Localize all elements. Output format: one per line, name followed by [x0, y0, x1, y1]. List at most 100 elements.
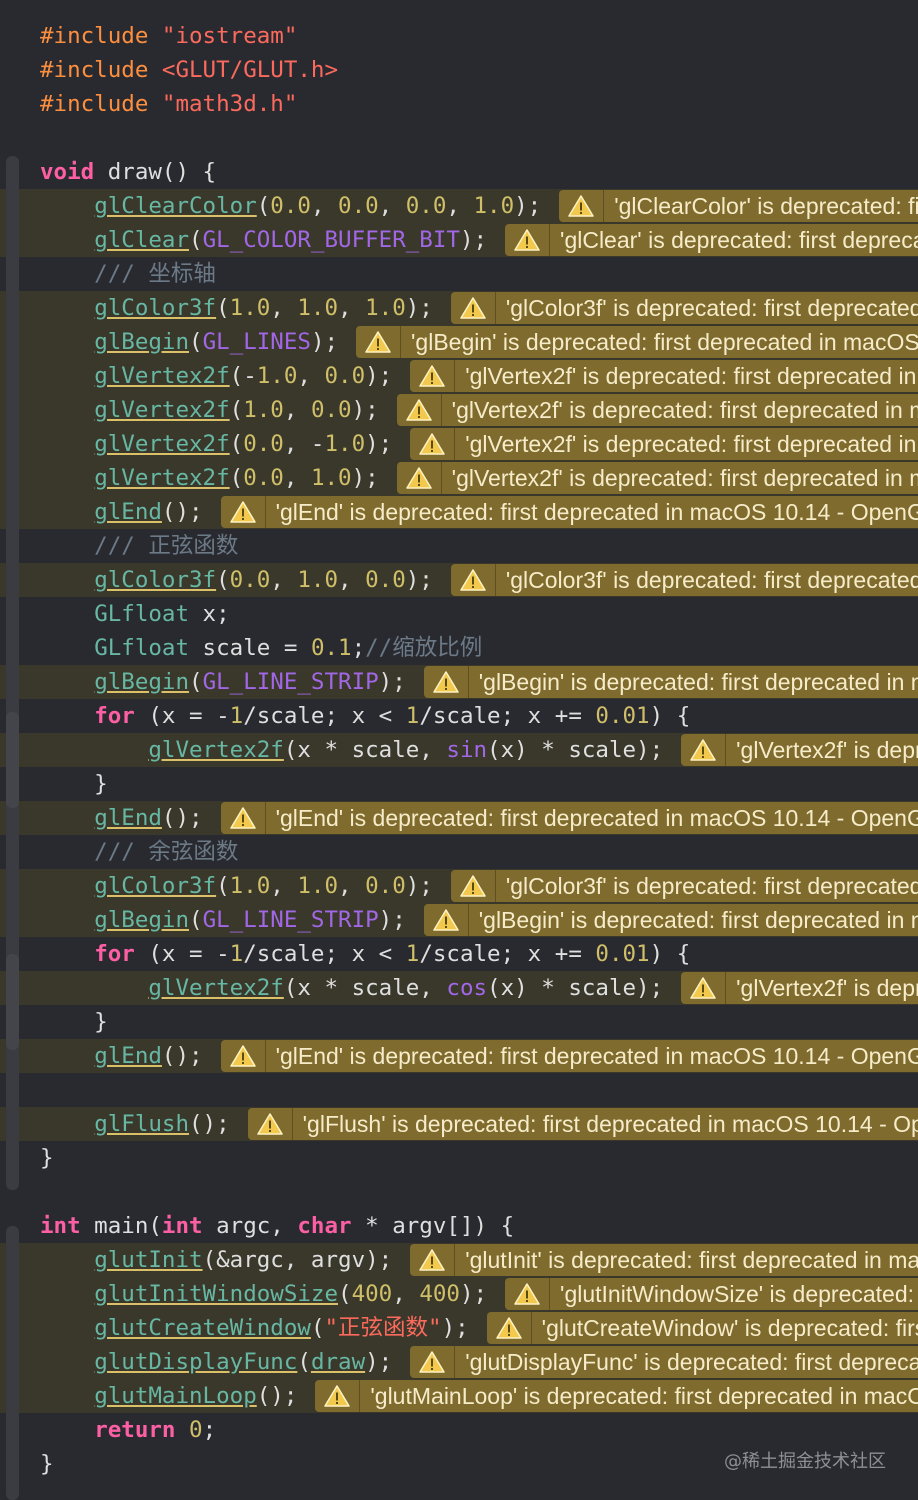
deprecation-warning[interactable]: 'glFlush' is deprecated: first deprecate…	[247, 1108, 918, 1140]
code-line[interactable]: for (x = -1/scale; x < 1/scale; x += 0.0…	[0, 699, 918, 733]
code-token: );	[405, 295, 433, 321]
code-token: );	[405, 873, 433, 899]
code-text: return 0;	[40, 1413, 216, 1447]
code-line[interactable]: glColor3f(0.0, 1.0, 0.0); 'glColor3f' is …	[0, 563, 918, 597]
code-line[interactable]: glBegin(GL_LINES); 'glBegin' is deprecate…	[0, 325, 918, 359]
code-token: ();	[161, 499, 203, 525]
code-token: (x) * scale);	[487, 975, 664, 1001]
deprecation-warning[interactable]: 'glClear' is deprecated: first deprecate…	[505, 224, 918, 256]
fold-ribbon-main[interactable]	[6, 1226, 19, 1500]
code-line[interactable]: void draw() {	[0, 155, 918, 189]
fold-ribbon-for-sin[interactable]	[6, 712, 19, 808]
code-line[interactable]	[0, 121, 918, 155]
code-line[interactable]: glClear(GL_COLOR_BUFFER_BIT); 'glClear' i…	[0, 223, 918, 257]
code-line[interactable]: /// 坐标轴	[0, 257, 918, 291]
code-line[interactable]: for (x = -1/scale; x < 1/scale; x += 0.0…	[0, 937, 918, 971]
deprecation-warning[interactable]: 'glEnd' is deprecated: first deprecated …	[220, 1040, 918, 1072]
deprecation-warning[interactable]: 'glVertex2f' is deprecated: first deprec…	[410, 360, 918, 392]
code-line[interactable]: #include <GLUT/GLUT.h>	[0, 53, 918, 87]
code-token: int	[40, 1213, 81, 1239]
code-line[interactable]: GLfloat scale = 0.1;//缩放比例	[0, 631, 918, 665]
warning-message: 'glFlush' is deprecated: first deprecate…	[302, 1111, 918, 1137]
code-line[interactable]: /// 正弦函数	[0, 529, 918, 563]
code-token: glBegin	[94, 669, 190, 695]
deprecation-warning[interactable]: 'glColor3f' is deprecated: first depreca…	[450, 870, 918, 902]
code-token: glutMainLoop	[94, 1383, 257, 1409]
code-line[interactable]: glutDisplayFunc(draw); 'glutDisplayFunc' …	[0, 1345, 918, 1379]
code-line[interactable]: glVertex2f(1.0, 0.0); 'glVertex2f' is dep…	[0, 393, 918, 427]
code-token: ,	[270, 873, 298, 899]
code-line[interactable]: }	[0, 1005, 918, 1039]
deprecation-warning[interactable]: 'glEnd' is deprecated: first deprecated …	[220, 496, 918, 528]
deprecation-warning[interactable]: 'glVertex2f' is deprecated: first deprec…	[410, 428, 918, 460]
code-line[interactable]: }	[0, 767, 918, 801]
deprecation-warning[interactable]: 'glVertex2f' is deprecated: first deprec…	[396, 462, 918, 494]
code-editor[interactable]: #include "iostream" #include <GLUT/GLUT.h…	[0, 0, 918, 1500]
deprecation-warning[interactable]: 'glClearColor' is deprecated: first depr…	[559, 190, 918, 222]
code-line[interactable]: glutMainLoop(); 'glutMainLoop' is depreca…	[0, 1379, 918, 1413]
deprecation-warning[interactable]: 'glutCreateWindow' is deprecated: first …	[486, 1312, 918, 1344]
code-token: 0.0	[229, 567, 271, 593]
fold-ribbon-for-cos[interactable]	[6, 954, 19, 1050]
code-token: glutInitWindowSize	[94, 1281, 339, 1307]
deprecation-warning[interactable]: 'glutInitWindowSize' is deprecated: firs…	[505, 1278, 918, 1310]
code-line[interactable]: glEnd(); 'glEnd' is deprecated: first dep…	[0, 495, 918, 529]
deprecation-warning[interactable]: 'glColor3f' is deprecated: first depreca…	[450, 564, 918, 596]
code-token: );	[378, 907, 406, 933]
deprecation-warning[interactable]: 'glBegin' is deprecated: first deprecate…	[423, 904, 918, 936]
code-line[interactable]: glutCreateWindow("正弦函数"); 'glutCreateWind…	[0, 1311, 918, 1345]
deprecation-warning[interactable]: 'glutInit' is deprecated: first deprecat…	[410, 1244, 918, 1276]
deprecation-warning[interactable]: 'glutDisplayFunc' is deprecated: first d…	[410, 1346, 918, 1378]
code-line[interactable]: glVertex2f(0.0, 1.0); 'glVertex2f' is dep…	[0, 461, 918, 495]
code-line[interactable]: glColor3f(1.0, 1.0, 0.0); 'glColor3f' is …	[0, 869, 918, 903]
warning-message: 'glColor3f' is deprecated: first depreca…	[505, 873, 918, 899]
code-line[interactable]: /// 余弦函数	[0, 835, 918, 869]
code-token: 1.0	[473, 193, 515, 219]
code-token: (	[189, 907, 203, 933]
code-line[interactable]: glEnd(); 'glEnd' is deprecated: first dep…	[0, 1039, 918, 1073]
code-token: (	[229, 431, 244, 457]
code-line[interactable]	[0, 1073, 918, 1107]
code-line[interactable]	[0, 1175, 918, 1209]
code-line[interactable]: glVertex2f(x * scale, sin(x) * scale); 'g…	[0, 733, 918, 767]
code-line[interactable]: glEnd(); 'glEnd' is deprecated: first dep…	[0, 801, 918, 835]
deprecation-warning[interactable]: 'glBegin' is deprecated: first deprecate…	[356, 326, 918, 358]
deprecation-warning[interactable]: 'glVertex2f' is deprecated: first deprec…	[396, 394, 918, 426]
deprecation-warning[interactable]: 'glVertex2f' is deprecated: first deprec…	[681, 972, 918, 1004]
code-token: (	[229, 465, 244, 491]
code-text: glBegin(GL_LINE_STRIP);	[40, 903, 406, 937]
code-line[interactable]: glVertex2f(0.0, -1.0); 'glVertex2f' is de…	[0, 427, 918, 461]
code-line[interactable]: }	[0, 1141, 918, 1175]
code-token: 0.0	[405, 193, 447, 219]
code-line[interactable]: glBegin(GL_LINE_STRIP); 'glBegin' is depr…	[0, 665, 918, 699]
code-token: scale =	[189, 635, 311, 661]
code-line[interactable]: glClearColor(0.0, 0.0, 0.0, 1.0); 'glClea…	[0, 189, 918, 223]
code-line[interactable]: glFlush(); 'glFlush' is deprecated: first…	[0, 1107, 918, 1141]
code-line[interactable]: #include "math3d.h"	[0, 87, 918, 121]
code-token: glEnd	[94, 499, 162, 525]
code-text: void draw() {	[40, 155, 216, 189]
code-line[interactable]: #include "iostream"	[0, 19, 918, 53]
deprecation-warning[interactable]: 'glColor3f' is deprecated: first depreca…	[450, 292, 918, 324]
code-token: );	[365, 363, 393, 389]
deprecation-warning[interactable]: 'glutMainLoop' is deprecated: first depr…	[315, 1380, 918, 1412]
code-line[interactable]: glVertex2f(-1.0, 0.0); 'glVertex2f' is de…	[0, 359, 918, 393]
code-line[interactable]: glutInit(&argc, argv); 'glutInit' is depr…	[0, 1243, 918, 1277]
code-token: glBegin	[94, 329, 190, 355]
code-token: /// 余弦函数	[40, 839, 239, 865]
code-line[interactable]: return 0;	[0, 1413, 918, 1447]
code-line[interactable]: glutInitWindowSize(400, 400); 'glutInitWi…	[0, 1277, 918, 1311]
deprecation-warning[interactable]: 'glEnd' is deprecated: first deprecated …	[220, 802, 918, 834]
code-line[interactable]: GLfloat x;	[0, 597, 918, 631]
code-line[interactable]: glBegin(GL_LINE_STRIP); 'glBegin' is depr…	[0, 903, 918, 937]
deprecation-warning[interactable]: 'glVertex2f' is deprecated: first deprec…	[681, 734, 918, 766]
code-line[interactable]: glColor3f(1.0, 1.0, 1.0); 'glColor3f' is …	[0, 291, 918, 325]
code-line[interactable]: glVertex2f(x * scale, cos(x) * scale); 'g…	[0, 971, 918, 1005]
code-line[interactable]: int main(int argc, char * argv[]) {	[0, 1209, 918, 1243]
deprecation-warning[interactable]: 'glBegin' is deprecated: first deprecate…	[423, 666, 918, 698]
